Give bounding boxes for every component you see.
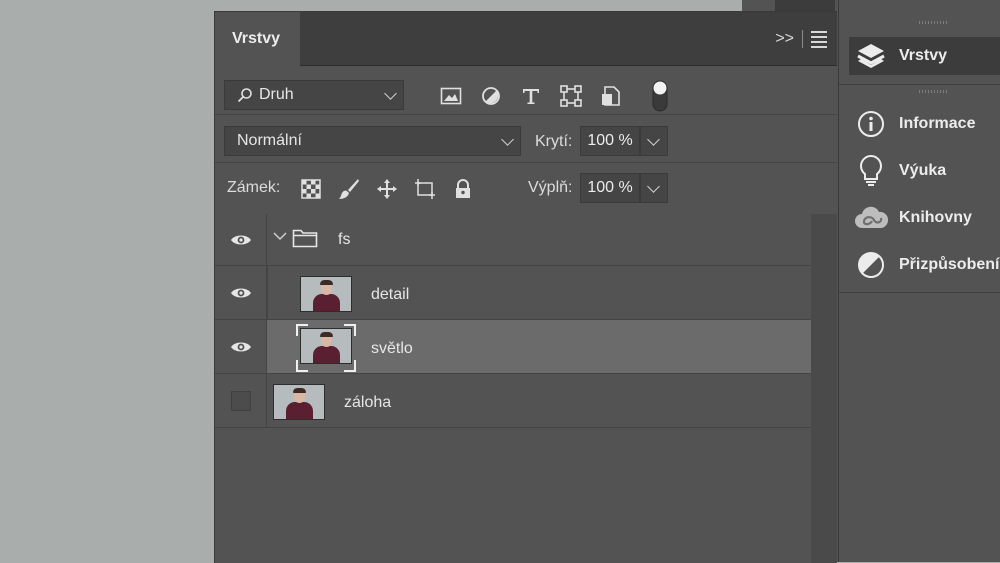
- dock-item-label: Vrstvy: [899, 47, 948, 64]
- layer-thumbnail: [273, 384, 325, 420]
- folder-icon: [292, 229, 318, 248]
- layers-panel: Vrstvy >> Druh Normální Krytí: 100 % Zám…: [214, 11, 837, 563]
- layer-name-zaloha: záloha: [344, 394, 392, 411]
- dock-item-libraries[interactable]: Knihovny: [849, 199, 1000, 237]
- divider: [839, 84, 1000, 85]
- adjustment-filter-icon[interactable]: [479, 84, 503, 108]
- visibility-toggle[interactable]: [215, 266, 267, 319]
- lock-row: Zámek: Výplň: 100 %: [215, 163, 837, 213]
- opacity-label: Krytí:: [535, 133, 573, 150]
- eye-icon: [230, 235, 251, 244]
- thumbnail-selection-frame: [296, 324, 356, 372]
- dock-item-info[interactable]: Informace: [849, 105, 1000, 143]
- opacity-dropdown[interactable]: [640, 126, 668, 156]
- search-icon: [237, 88, 252, 103]
- tab-layers-label: Vrstvy: [232, 30, 281, 47]
- layer-name-detail: detail: [371, 286, 410, 303]
- filter-kind-select[interactable]: Druh: [224, 80, 404, 110]
- visibility-toggle[interactable]: [215, 214, 267, 265]
- collapse-panel-icon[interactable]: >>: [775, 30, 794, 48]
- chevron-down-icon: [647, 133, 660, 146]
- fill-label: Výplň:: [528, 179, 573, 196]
- lock-artboard-icon[interactable]: [413, 177, 437, 201]
- dock-item-layers[interactable]: Vrstvy: [849, 37, 1000, 75]
- eye-icon: [230, 342, 251, 351]
- visibility-toggle[interactable]: [215, 374, 267, 427]
- info-icon: [858, 111, 884, 137]
- layer-name-svetlo: světlo: [371, 340, 413, 357]
- chevron-down-icon: [501, 133, 514, 146]
- lock-transparent-pixels-icon[interactable]: [299, 177, 323, 201]
- eye-icon: [230, 288, 251, 297]
- dock-grip[interactable]: [919, 90, 949, 93]
- visibility-toggle[interactable]: [215, 320, 267, 373]
- blend-mode-value: Normální: [237, 132, 302, 149]
- divider: [802, 30, 803, 48]
- divider: [839, 292, 1000, 293]
- layers-scrollbar[interactable]: [811, 214, 837, 563]
- lock-label: Zámek:: [227, 179, 281, 196]
- layers-list: fs detail světlo záloha: [215, 214, 811, 563]
- panel-menu-icon[interactable]: [811, 30, 827, 48]
- lightbulb-icon: [860, 154, 882, 186]
- layer-name-fs: fs: [338, 231, 351, 248]
- fill-input[interactable]: 100 %: [580, 173, 640, 203]
- dock-item-label: Přizpůsobení: [899, 256, 1000, 273]
- layer-row-group[interactable]: fs: [215, 214, 811, 266]
- layer-row-zaloha[interactable]: záloha: [215, 374, 811, 428]
- dock-item-adjustments[interactable]: Přizpůsobení: [849, 246, 1000, 284]
- filter-row: Druh: [215, 66, 837, 115]
- smart-object-filter-icon[interactable]: [599, 84, 623, 108]
- layers-icon: [857, 44, 885, 68]
- dock-item-label: Knihovny: [899, 209, 972, 226]
- chevron-down-icon: [647, 180, 660, 193]
- adjustments-icon: [858, 252, 884, 278]
- dock-grip[interactable]: [919, 21, 949, 24]
- blend-mode-select[interactable]: Normální: [224, 126, 521, 156]
- fill-dropdown[interactable]: [640, 173, 668, 203]
- dock-item-label: Informace: [899, 115, 976, 132]
- type-filter-icon[interactable]: [519, 84, 543, 108]
- layer-row-detail[interactable]: detail: [215, 266, 811, 320]
- shape-filter-icon[interactable]: [559, 84, 583, 108]
- panel-controls: >>: [775, 30, 827, 48]
- right-dock: Vrstvy Informace Výuka Knihovny Přizpůso…: [838, 0, 1000, 562]
- hidden-visibility-box: [230, 390, 251, 411]
- dock-item-label: Výuka: [899, 162, 947, 179]
- chevron-down-icon: [384, 87, 397, 100]
- layer-row-svetlo[interactable]: světlo: [215, 320, 811, 374]
- dock-item-learn[interactable]: Výuka: [849, 152, 1000, 190]
- layer-thumbnail: [300, 276, 352, 312]
- lock-all-icon[interactable]: [451, 177, 475, 201]
- tab-layers[interactable]: Vrstvy: [215, 12, 300, 66]
- lock-image-pixels-icon[interactable]: [337, 177, 361, 201]
- filter-toggle-switch[interactable]: [652, 80, 668, 112]
- chevron-down-icon[interactable]: [273, 232, 287, 242]
- filter-kind-value: Druh: [259, 86, 294, 103]
- cloud-libraries-icon: [855, 206, 889, 228]
- image-filter-icon[interactable]: [439, 84, 463, 108]
- lock-position-icon[interactable]: [375, 177, 399, 201]
- panel-tabbar: Vrstvy >>: [215, 12, 837, 66]
- opacity-input[interactable]: 100 %: [580, 126, 640, 156]
- blend-row: Normální Krytí: 100 %: [215, 115, 837, 163]
